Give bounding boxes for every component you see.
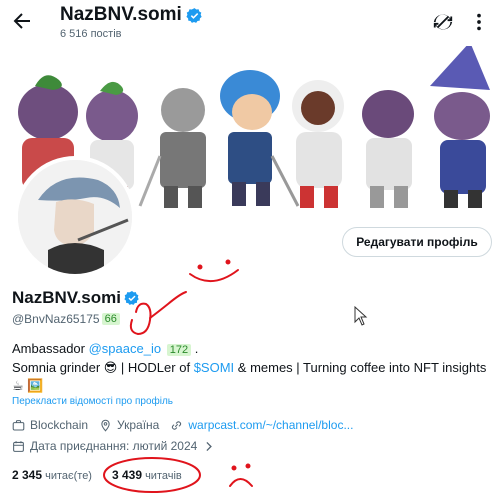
followers-label: читачів xyxy=(145,470,182,482)
avatar-illustration xyxy=(18,160,132,274)
profile-name: NazBNV.somi xyxy=(12,288,121,307)
top-bar: NazBNV.somi 6 516 постів xyxy=(0,0,500,46)
more-vertical-icon[interactable] xyxy=(468,11,490,33)
profile-bio: Ambassador @spaace_io 172 . Somnia grind… xyxy=(12,340,492,395)
refresh-icon[interactable] xyxy=(432,11,454,33)
followers-stat[interactable]: 3 439 читачів xyxy=(112,468,182,482)
follow-stats: 2 345 читає(те) 3 439 читачів xyxy=(12,468,182,482)
annotation-smile xyxy=(189,269,239,282)
location-pin-icon xyxy=(101,419,110,432)
header-name: NazBNV.somi xyxy=(60,4,182,25)
bio-line2-start: Somnia grinder 😎 | HODLer of xyxy=(12,360,191,375)
banner-character-blue-hair xyxy=(220,70,300,207)
bio-role: Ambassador xyxy=(12,341,85,356)
post-count: 6 516 постів xyxy=(60,28,122,40)
bio-line-1: Ambassador @spaace_io 172 . xyxy=(12,340,492,359)
header-title: NazBNV.somi xyxy=(60,4,203,26)
translate-bio-link[interactable]: Перекласти відомості про профіль xyxy=(12,396,173,407)
annotation-arrow xyxy=(149,291,187,319)
profile-handle: @BnvNaz65175 xyxy=(12,312,100,326)
chevron-right-icon[interactable] xyxy=(202,440,215,453)
profile-meta-row-2: Дата приєднання: лютий 2024 xyxy=(12,439,215,453)
banner-character-wizard-bear xyxy=(430,46,490,208)
profile-name-row: NazBNV.somi xyxy=(12,288,140,308)
link-icon xyxy=(172,420,182,430)
calendar-icon xyxy=(13,440,24,452)
annotation-frown xyxy=(229,478,253,487)
bio-mention-link[interactable]: @spaace_io xyxy=(89,341,161,356)
profile-joined-date[interactable]: Дата приєднання: лютий 2024 xyxy=(30,439,197,453)
bio-line-3: ☕ 🖼️ xyxy=(12,378,44,393)
annotation-circle-handle xyxy=(129,302,152,336)
bio-line-2: Somnia grinder 😎 | HODLer of $SOMI & mem… xyxy=(12,359,492,377)
banner-character-bear-3 xyxy=(362,90,414,208)
profile-website-link[interactable]: warpcast.com/~/channel/bloc... xyxy=(188,418,353,432)
verified-badge-icon[interactable] xyxy=(124,290,140,306)
profile-handle-row: @BnvNaz65175 66 xyxy=(12,312,120,326)
profile-location: Україна xyxy=(117,418,160,432)
edit-profile-button[interactable]: Редагувати профіль xyxy=(342,227,492,257)
briefcase-icon xyxy=(12,419,25,430)
arrow-left-icon[interactable] xyxy=(10,9,34,33)
bio-cashtag-link[interactable]: $SOMI xyxy=(194,360,234,375)
mention-score-badge[interactable]: 172 xyxy=(166,344,192,356)
banner-character-knight xyxy=(138,88,206,208)
bio-mention-after: . xyxy=(194,341,199,356)
banner-character-astronaut xyxy=(292,80,344,208)
profile-meta-row-1: Blockchain Україна warpcast.com/~/channe… xyxy=(12,418,353,432)
profile-category[interactable]: Blockchain xyxy=(30,418,88,432)
profile-avatar[interactable] xyxy=(14,156,136,278)
following-stat[interactable]: 2 345 читає(те) xyxy=(12,468,92,482)
verified-badge-icon xyxy=(186,7,202,23)
following-count: 2 345 xyxy=(12,468,43,482)
handle-score-badge[interactable]: 66 xyxy=(101,313,120,325)
mouse-cursor-icon xyxy=(354,306,368,326)
following-label: читає(те) xyxy=(45,470,92,482)
followers-count: 3 439 xyxy=(111,468,143,482)
bio-line2-end: & memes | Turning coffee into NFT insigh… xyxy=(237,360,487,375)
